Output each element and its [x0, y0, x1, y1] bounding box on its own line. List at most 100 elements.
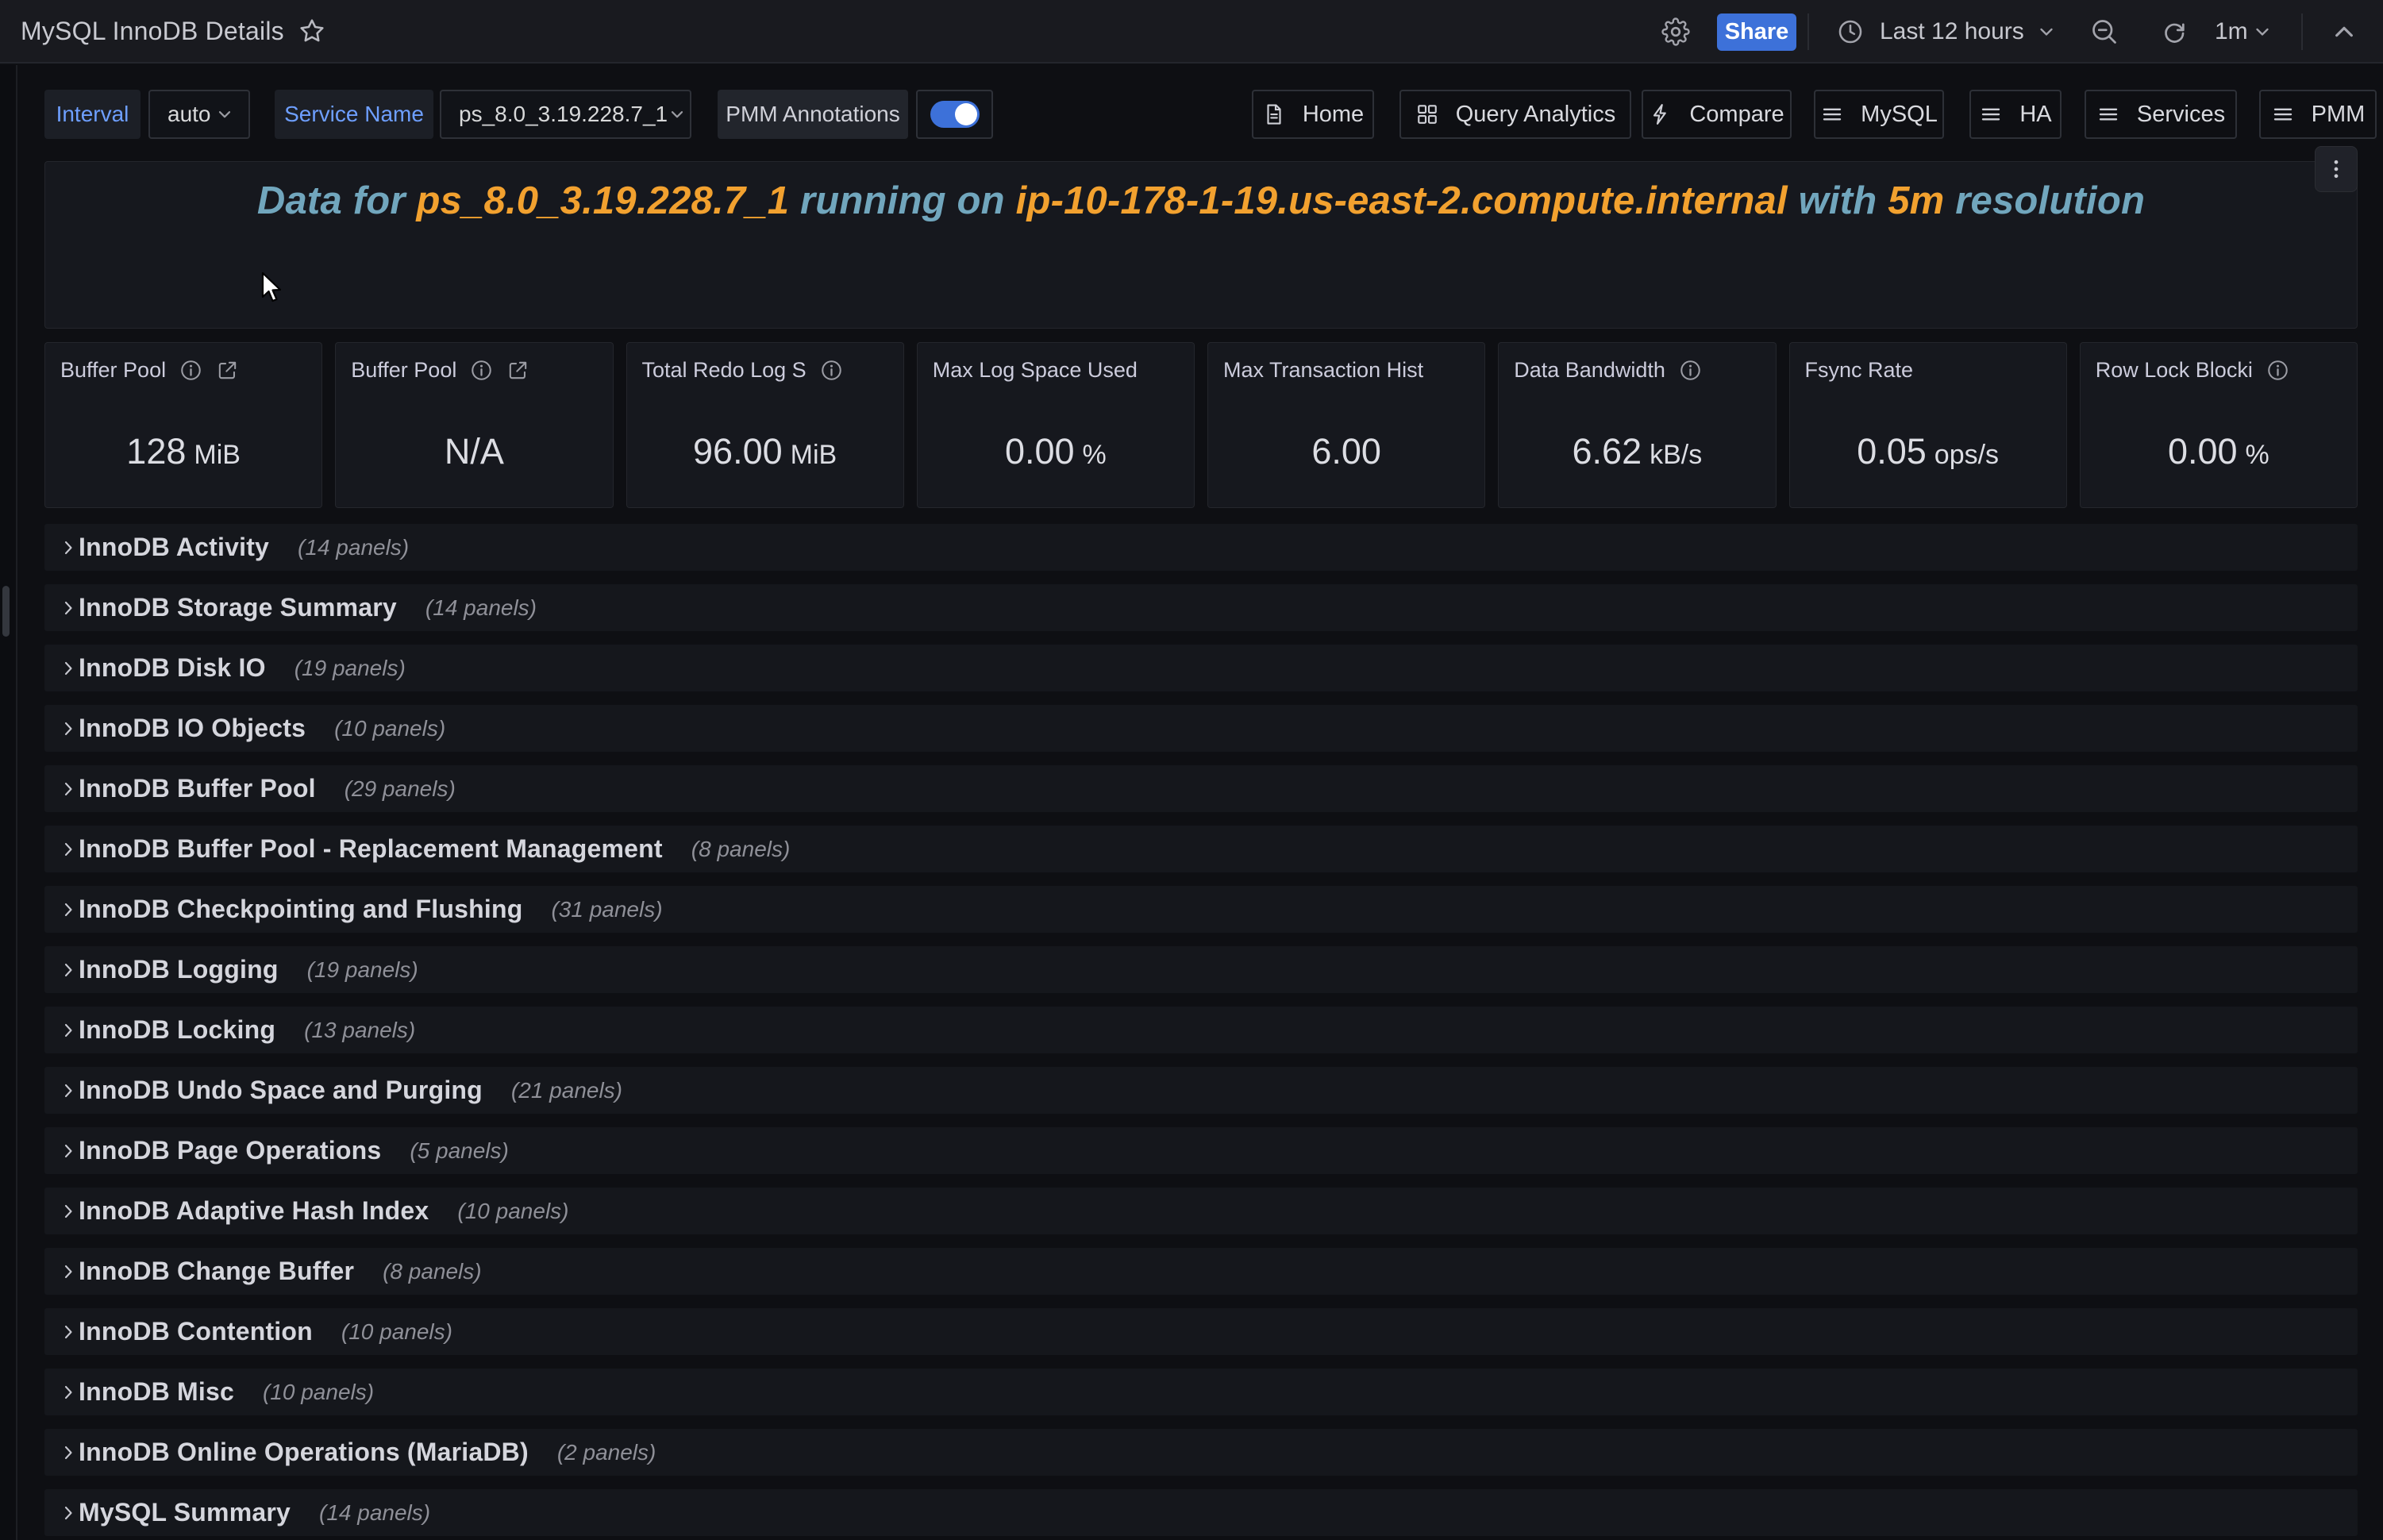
stat-value-number: 0.00 — [2168, 431, 2238, 472]
info-icon[interactable] — [179, 359, 202, 382]
row-title: InnoDB Change Buffer — [79, 1257, 354, 1286]
zoom-out-icon[interactable] — [2090, 17, 2119, 46]
row-title: InnoDB Activity — [79, 533, 269, 562]
nav-button-query-analytics[interactable]: Query Analytics — [1399, 90, 1631, 139]
chevron-right-icon — [59, 1202, 78, 1221]
dashboard-row-mysql-summary[interactable]: MySQL Summary(14 panels) — [44, 1489, 2358, 1536]
row-panel-count: (29 panels) — [345, 776, 456, 802]
document-icon — [1262, 102, 1286, 126]
dashboard-rows: InnoDB Activity (14 panels) InnoDB Storage… — [44, 524, 2358, 1536]
interval-variable-select[interactable]: auto — [148, 90, 250, 139]
menu-icon — [1979, 102, 2003, 126]
nav-button-mysql[interactable]: MySQL — [1814, 90, 1944, 139]
nav-button-services[interactable]: Services — [2085, 90, 2237, 139]
dashboard-settings-gear-icon[interactable] — [1661, 17, 1690, 46]
dashboard-row-innodb-online-operations-mariadb-[interactable]: InnoDB Online Operations (MariaDB) (2 pan… — [44, 1429, 2358, 1476]
clock-icon[interactable] — [1837, 18, 1864, 45]
time-range-chevron-down-icon[interactable] — [2036, 21, 2057, 42]
chevron-right-icon — [59, 538, 78, 557]
refresh-interval-picker[interactable]: 1m — [2215, 0, 2248, 64]
dashboard-row-innodb-activity[interactable]: InnoDB Activity (14 panels) — [44, 524, 2358, 571]
dashboard-row-innodb-undo-space-and-purging[interactable]: InnoDB Undo Space and Purging(21 panels) — [44, 1067, 2358, 1114]
info-icon[interactable] — [470, 359, 493, 382]
stat-value-number: 128 — [126, 431, 186, 472]
dashboard-row-innodb-page-operations[interactable]: InnoDB Page Operations (5 panels) — [44, 1127, 2358, 1174]
text-segment: resolution — [1944, 179, 2145, 222]
row-panel-count: (31 panels) — [551, 897, 662, 922]
refresh-icon[interactable] — [2161, 18, 2188, 45]
left-scroll-handle[interactable] — [2, 586, 10, 637]
stat-panel-title: Max Log Space Used — [933, 358, 1138, 383]
external-link-icon[interactable] — [506, 359, 529, 382]
time-range-picker[interactable]: Last 12 hours — [1880, 0, 2024, 64]
stat-panel-value: 128MiB — [45, 427, 321, 485]
stat-panel-title-row: Max Transaction Hist — [1223, 356, 1484, 384]
stat-panels-row: Buffer Pool128MiBBuffer PoolN/ATotal Red… — [44, 342, 2358, 508]
row-title: InnoDB Buffer Pool - Replacement Managem… — [79, 834, 663, 864]
chevron-right-icon — [59, 1322, 78, 1342]
panel-menu-kebab-icon[interactable] — [2315, 146, 2358, 192]
row-panel-count: (2 panels) — [557, 1440, 656, 1465]
row-panel-count: (14 panels) — [319, 1500, 430, 1526]
stat-panel-4: Max Transaction Hist 6.00 — [1207, 342, 1485, 508]
chevron-right-icon — [59, 719, 78, 738]
dashboard-row-innodb-change-buffer[interactable]: InnoDB Change Buffer (8 panels) — [44, 1248, 2358, 1295]
stat-panel-title: Fsync Rate — [1805, 358, 1914, 383]
pmm-annotations-toggle[interactable] — [916, 90, 993, 139]
stat-panel-title-row: Total Redo Log S — [642, 356, 903, 384]
info-icon[interactable] — [1679, 359, 1702, 382]
nav-button-compare[interactable]: Compare — [1642, 90, 1792, 139]
dashboard-row-innodb-contention[interactable]: InnoDB Contention(10 panels) — [44, 1308, 2358, 1355]
stat-panel-3: Max Log Space Used 0.00% — [917, 342, 1195, 508]
row-panel-count: (14 panels) — [298, 535, 409, 560]
info-icon[interactable] — [2266, 359, 2289, 382]
nav-button-ha[interactable]: HA — [1969, 90, 2062, 139]
stat-panel-title-row: Row Lock Blocki — [2096, 356, 2357, 384]
share-button[interactable]: Share — [1717, 13, 1796, 51]
dashboard-row-innodb-buffer-pool[interactable]: InnoDB Buffer Pool(29 panels) — [44, 765, 2358, 812]
stat-value-number: 0.00 — [1005, 431, 1075, 472]
row-panel-count: (8 panels) — [383, 1259, 482, 1284]
stat-panel-value: 6.00 — [1208, 427, 1484, 485]
dashboard-row-innodb-checkpointing-and-flushing[interactable]: InnoDB Checkpointing and Flushing(31 pan… — [44, 886, 2358, 933]
interval-variable-label: Interval — [44, 90, 141, 139]
row-panel-count: (5 panels) — [410, 1138, 509, 1164]
stat-value-unit: kB/s — [1650, 440, 1702, 470]
nav-button-label: HA — [2019, 102, 2051, 128]
dashboard-row-innodb-disk-io[interactable]: InnoDB Disk IO (19 panels) — [44, 645, 2358, 691]
menu-icon — [2096, 102, 2120, 126]
dashboard-row-innodb-logging[interactable]: InnoDB Logging(19 panels) — [44, 946, 2358, 993]
chevron-right-icon — [59, 599, 78, 618]
nav-button-pmm[interactable]: PMM — [2259, 90, 2377, 139]
toggle-switch-on[interactable] — [930, 101, 980, 128]
row-title: InnoDB Online Operations (MariaDB) — [79, 1438, 529, 1467]
refresh-interval-chevron-down-icon[interactable] — [2252, 21, 2273, 42]
chevron-right-icon — [59, 1142, 78, 1161]
service-name-variable-select[interactable]: ps_8.0_3.19.228.7_1 — [440, 90, 691, 139]
dashboard-row-innodb-storage-summary[interactable]: InnoDB Storage Summary(14 panels) — [44, 584, 2358, 631]
mouse-cursor — [261, 271, 285, 305]
stat-panel-title-row: Buffer Pool — [60, 356, 321, 384]
stat-panel-value: 0.00% — [918, 427, 1194, 485]
dashboard-row-innodb-locking[interactable]: InnoDB Locking(13 panels) — [44, 1007, 2358, 1053]
collapse-topbar-chevron-up-icon[interactable] — [2331, 19, 2357, 44]
row-title: InnoDB Disk IO — [79, 653, 266, 683]
row-panel-count: (10 panels) — [341, 1319, 452, 1345]
stat-panel-title: Data Bandwidth — [1514, 358, 1665, 383]
stat-panel-value: 0.00% — [2081, 427, 2357, 485]
row-panel-count: (19 panels) — [307, 957, 418, 983]
dashboard-row-innodb-misc[interactable]: InnoDB Misc(10 panels) — [44, 1369, 2358, 1415]
interval-chevron-down-icon — [215, 105, 234, 124]
dashboard-row-innodb-io-objects[interactable]: InnoDB IO Objects(10 panels) — [44, 705, 2358, 752]
row-panel-count: (8 panels) — [691, 837, 791, 862]
row-title: InnoDB Page Operations — [79, 1136, 381, 1165]
external-link-icon[interactable] — [216, 359, 239, 382]
text-segment: running on — [789, 179, 1015, 222]
info-icon[interactable] — [820, 359, 843, 382]
dashboard-row-innodb-buffer-pool-replacement-management[interactable]: InnoDB Buffer Pool - Replacement Managem… — [44, 826, 2358, 872]
variables-bar: Interval auto Service Name ps_8.0_3.19.2… — [44, 90, 993, 139]
nav-button-home[interactable]: Home — [1252, 90, 1374, 139]
row-panel-count: (19 panels) — [295, 656, 406, 681]
service-name-variable-label: Service Name — [275, 90, 433, 139]
dashboard-row-innodb-adaptive-hash-index[interactable]: InnoDB Adaptive Hash Index(10 panels) — [44, 1188, 2358, 1234]
